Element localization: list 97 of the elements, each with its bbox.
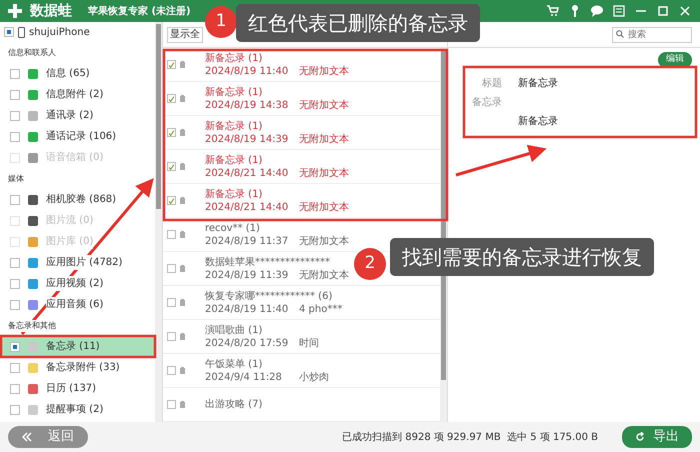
note-date: 2024/8/19 11:40	[205, 302, 290, 316]
checkbox[interactable]	[10, 342, 20, 352]
note-date: 2024/9/4 11:28	[205, 370, 283, 384]
note-date: 2024/8/19 14:38	[205, 98, 290, 112]
note-preview: 无附加文本	[299, 132, 349, 146]
field-label: 备忘录	[471, 96, 502, 110]
note-preview: 无附加文本	[299, 166, 349, 180]
checkbox[interactable]	[167, 162, 176, 171]
trash-icon	[180, 299, 185, 306]
field-value: 新备忘录	[518, 76, 558, 90]
section-title: 信息和联系人	[8, 46, 56, 58]
trash-icon	[180, 265, 185, 272]
logo-text: 数据蛙	[30, 2, 72, 20]
trash-icon	[180, 401, 185, 408]
note-title[interactable]: 数据蛙苹果***************	[205, 256, 330, 268]
checkbox[interactable]	[167, 298, 176, 307]
note-title[interactable]: 出游攻略 (7)	[205, 398, 262, 411]
sidebar-item[interactable]: 应用图片 (4782)	[46, 255, 122, 270]
window-title: 苹果恢复专家 (未注册)	[88, 4, 191, 18]
plus-logo-icon	[8, 4, 22, 18]
trash-icon	[180, 333, 185, 340]
checkbox[interactable]	[10, 132, 20, 142]
trash-icon	[180, 231, 185, 238]
cart-icon[interactable]	[546, 4, 560, 18]
device-name: shujuiPhone	[29, 26, 90, 40]
filter-dropdown[interactable]: 显示全	[167, 26, 203, 42]
checkbox[interactable]	[10, 258, 20, 268]
trash-icon	[180, 129, 185, 136]
note-date: 2024/8/19 11:39	[205, 268, 290, 282]
callout-label: 红色代表已删除的备忘录	[236, 4, 480, 42]
note-title[interactable]: 新备忘录 (1)	[205, 86, 262, 98]
checkbox[interactable]	[167, 196, 176, 205]
note-preview: 无附加文本	[299, 234, 349, 248]
note-preview: 无附加文本	[299, 98, 349, 112]
trash-icon	[180, 197, 185, 204]
note-preview: 4 pho***	[299, 302, 342, 316]
note-title[interactable]: 恢复专家哪************ (6)	[205, 290, 332, 302]
scrollbar-thumb[interactable]	[156, 24, 161, 209]
section-title: 备忘录和其他	[8, 320, 56, 332]
trash-icon	[180, 61, 185, 68]
phone-icon	[18, 26, 25, 38]
note-date: 2024/8/19 14:39	[205, 132, 290, 146]
search-field[interactable]: 搜索	[612, 27, 692, 43]
section-title: 媒体	[8, 172, 24, 184]
checkbox[interactable]	[167, 230, 176, 239]
checkbox[interactable]	[10, 404, 20, 414]
note-date: 2024/8/19 11:37	[205, 234, 290, 248]
note-title[interactable]: 演唱歌曲 (1)	[205, 324, 262, 336]
checkbox[interactable]	[167, 400, 176, 409]
refresh-icon	[635, 432, 645, 442]
search-icon	[616, 30, 624, 38]
note-body: 新备忘录	[518, 114, 558, 128]
status-text: 已成功扫描到 8928 项 929.97 MB 选中 5 项 175.00 B	[342, 430, 598, 444]
double-chevron-icon	[22, 432, 32, 442]
checkbox[interactable]	[10, 110, 20, 120]
trash-icon	[180, 367, 185, 374]
chat-icon[interactable]	[590, 4, 604, 18]
note-date: 2024/8/20 17:59	[205, 336, 290, 350]
checkbox[interactable]	[167, 332, 176, 341]
note-preview: 时间	[299, 336, 319, 350]
checkbox[interactable]	[167, 60, 176, 69]
note-title[interactable]: 新备忘录 (1)	[205, 52, 262, 64]
step-number: 2	[354, 248, 386, 280]
note-title[interactable]: 新备忘录 (1)	[205, 188, 262, 200]
checkbox[interactable]	[10, 278, 20, 288]
note-title[interactable]: 新备忘录 (1)	[205, 154, 262, 166]
checkbox[interactable]	[10, 90, 20, 100]
checkbox[interactable]	[167, 264, 176, 273]
checkbox[interactable]	[4, 27, 14, 37]
note-date: 2024/8/21 14:40	[205, 166, 290, 180]
notes-icon[interactable]	[612, 4, 626, 18]
note-preview: 无附加文本	[299, 268, 349, 282]
trash-icon	[180, 95, 185, 102]
trash-icon	[180, 163, 185, 170]
checkbox[interactable]	[167, 366, 176, 375]
note-title[interactable]: recov** (1)	[205, 222, 260, 234]
callout-label: 找到需要的备忘录进行恢复	[390, 238, 654, 276]
note-date: 2024/8/21 14:40	[205, 200, 290, 214]
note-date: 2024/8/19 11:40	[205, 64, 290, 78]
maximize-icon[interactable]	[656, 4, 670, 18]
checkbox[interactable]	[10, 300, 20, 310]
checkbox[interactable]	[10, 384, 20, 394]
back-button[interactable]: 返回	[8, 426, 88, 448]
field-label: 标题	[481, 76, 502, 90]
note-preview: 无附加文本	[299, 200, 349, 214]
checkbox[interactable]	[10, 362, 20, 372]
note-preview: 无附加文本	[299, 64, 349, 78]
export-button[interactable]: 导出	[622, 426, 692, 448]
checkbox[interactable]	[10, 194, 20, 204]
note-title[interactable]: 新备忘录 (1)	[205, 120, 262, 132]
note-preview: 小炒肉	[299, 370, 329, 384]
checkbox[interactable]	[167, 128, 176, 137]
checkbox[interactable]	[10, 68, 20, 78]
close-icon[interactable]	[678, 4, 692, 18]
note-title[interactable]: 午饭菜单 (1)	[205, 358, 262, 370]
checkbox[interactable]	[167, 94, 176, 103]
sidebar-item[interactable]: 应用视频 (2)	[46, 276, 104, 291]
